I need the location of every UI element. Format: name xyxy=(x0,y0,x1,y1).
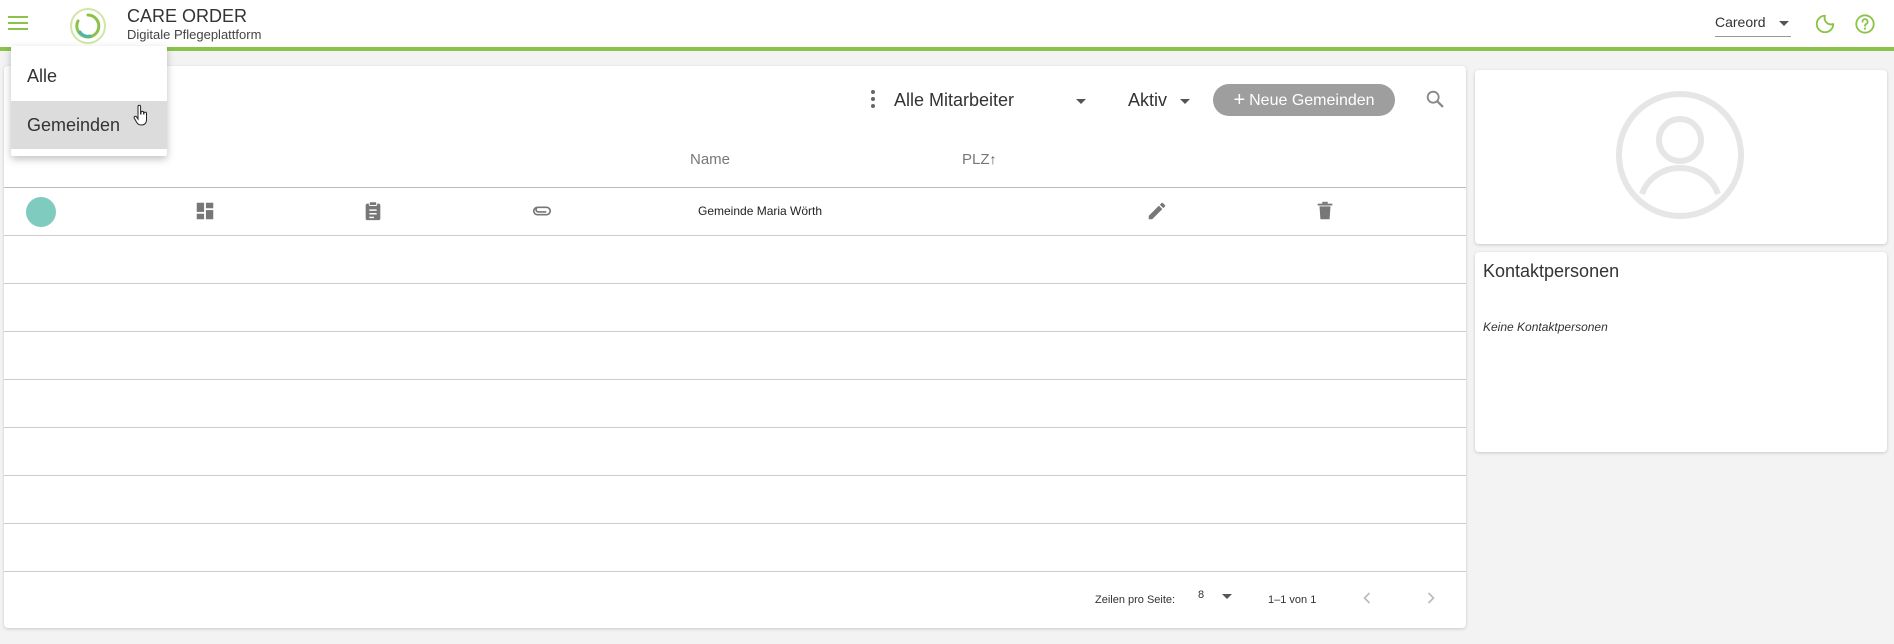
sort-arrow-up-icon: ↑ xyxy=(989,151,997,167)
hand-cursor-icon xyxy=(133,104,147,126)
new-gemeinde-button-label: Neue Gemeinden xyxy=(1249,92,1375,109)
column-header-plz-label: PLZ xyxy=(962,151,990,168)
app-header: CARE ORDER Digitale Pflegeplattform Care… xyxy=(0,0,1894,51)
tenant-select[interactable]: Careord xyxy=(1715,14,1791,37)
tenant-select-value: Careord xyxy=(1715,14,1766,30)
row-divider xyxy=(4,523,1466,524)
table-header-divider xyxy=(4,187,1466,188)
new-gemeinde-button[interactable]: + Neue Gemeinden xyxy=(1213,84,1395,116)
dark-mode-icon[interactable] xyxy=(1814,13,1836,35)
row-divider xyxy=(4,475,1466,476)
row-divider xyxy=(4,235,1466,236)
gemeinden-table-card: Alle Mitarbeiter Aktiv + Neue Gemeinden N… xyxy=(4,66,1466,628)
row-divider xyxy=(4,283,1466,284)
edit-icon[interactable] xyxy=(1146,200,1168,222)
app-logo xyxy=(70,8,106,44)
chevron-down-icon xyxy=(1180,99,1190,104)
employee-filter-select[interactable]: Alle Mitarbeiter xyxy=(894,90,1092,114)
status-indicator xyxy=(26,197,56,227)
app-title: CARE ORDER xyxy=(127,6,248,26)
contacts-empty-text: Keine Kontaktpersonen xyxy=(1483,320,1608,334)
chevron-down-icon xyxy=(1076,99,1086,104)
chevron-left-icon[interactable] xyxy=(1357,588,1377,608)
delete-icon[interactable] xyxy=(1314,200,1336,222)
plus-icon: + xyxy=(1233,89,1246,111)
menu-item-alle[interactable]: Alle xyxy=(11,52,167,100)
more-vert-icon[interactable] xyxy=(870,90,876,110)
status-filter-value: Aktiv xyxy=(1128,90,1168,110)
row-divider xyxy=(4,331,1466,332)
clipboard-icon[interactable] xyxy=(362,200,384,222)
row-divider xyxy=(4,427,1466,428)
chevron-down-icon xyxy=(1222,594,1232,599)
rows-per-page-select[interactable]: 8 xyxy=(1198,589,1234,609)
row-divider xyxy=(4,571,1466,572)
chevron-right-icon[interactable] xyxy=(1421,588,1441,608)
contacts-title: Kontaktpersonen xyxy=(1483,261,1620,281)
row-divider xyxy=(4,379,1466,380)
column-header-plz[interactable]: PLZ↑ xyxy=(962,151,997,168)
menu-icon[interactable] xyxy=(8,16,28,32)
rows-per-page-value: 8 xyxy=(1198,589,1205,601)
column-header-name[interactable]: Name xyxy=(690,151,730,168)
search-icon[interactable] xyxy=(1424,88,1446,110)
chevron-down-icon xyxy=(1779,21,1789,26)
help-icon[interactable] xyxy=(1854,13,1876,35)
profile-card xyxy=(1475,70,1887,244)
app-subtitle: Digitale Pflegeplattform xyxy=(127,27,262,42)
attachment-icon[interactable] xyxy=(531,200,553,222)
status-filter-select[interactable]: Aktiv xyxy=(1128,90,1190,114)
category-menu: Alle Gemeinden xyxy=(11,46,167,156)
row-name-cell: Gemeinde Maria Wörth xyxy=(698,204,823,218)
pagination-range: 1–1 von 1 xyxy=(1268,594,1317,606)
dashboard-icon[interactable] xyxy=(194,200,216,222)
rows-per-page-label: Zeilen pro Seite: xyxy=(1095,594,1176,606)
employee-filter-value: Alle Mitarbeiter xyxy=(894,90,1015,110)
contacts-card: Kontaktpersonen Keine Kontaktpersonen xyxy=(1475,252,1887,452)
avatar-placeholder-icon xyxy=(1616,91,1744,219)
